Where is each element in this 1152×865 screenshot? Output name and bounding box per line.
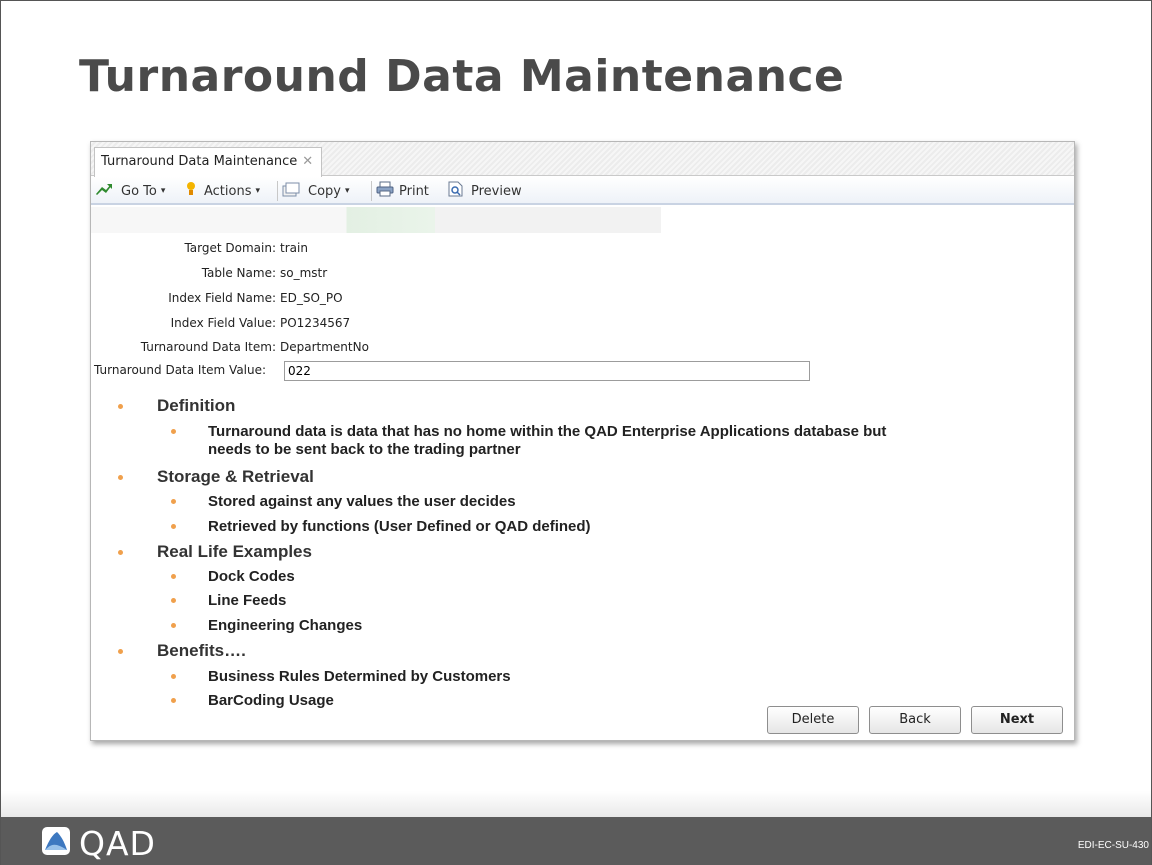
turnaround-data-item-row: Turnaround Data Item: DepartmentNo [91,338,591,358]
table-name-row: Table Name: so_mstr [91,264,591,284]
preview-icon [448,181,463,201]
bullet-definition: Definition [157,396,236,415]
bullet-benefits: Benefits…. [157,641,246,660]
copy-icon [282,182,300,201]
bullet-dot [118,550,123,555]
printer-icon [376,181,394,201]
bullet-dot [118,475,123,480]
turnaround-data-item-value: DepartmentNo [280,340,369,354]
toolbar: Go To ▾ Actions ▾ Copy ▾ Print Preview [91,177,1074,205]
target-domain-value: train [280,241,308,255]
bullet-storage-item: Stored against any values the user decid… [208,493,516,510]
bullet-definition-line-2: needs to be sent back to the trading par… [208,441,521,458]
bullet-dot [171,698,176,703]
bullet-real-life-examples: Real Life Examples [157,542,312,561]
chevron-down-icon: ▾ [160,186,166,196]
bullet-definition-line-1: Turnaround data is data that has no home… [208,423,887,440]
close-icon[interactable]: ✕ [302,154,313,169]
tab-label: Turnaround Data Maintenance [101,154,298,169]
status-strip [91,207,1074,233]
bullet-business-rules: Business Rules Determined by Customers [208,668,511,685]
chevron-down-icon: ▾ [344,186,350,196]
slide-code: EDI-EC-SU-430 [1077,840,1149,851]
table-name-value: so_mstr [280,266,328,280]
bullet-storage-retrieval: Storage & Retrieval [157,467,314,486]
index-field-name-row: Index Field Name: ED_SO_PO [91,289,591,309]
turnaround-data-item-label: Turnaround Data Item: [140,340,276,354]
slide: Turnaround Data Maintenance Turnaround D… [0,0,1152,865]
table-name-label: Table Name: [201,266,276,280]
actions-menu[interactable]: Actions ▾ [186,182,260,200]
bullet-line-feeds: Line Feeds [208,592,287,609]
target-domain-row: Target Domain: train [91,239,591,259]
bullet-dot [171,623,176,628]
index-field-value-label: Index Field Value: [170,316,276,330]
bullet-dot [171,499,176,504]
lightbulb-icon [186,181,196,201]
target-domain-label: Target Domain: [184,241,276,255]
footer-fade [1,791,1151,817]
qad-logo: QAD [41,824,156,863]
tab-turnaround-data-maintenance[interactable]: Turnaround Data Maintenance ✕ [94,147,323,177]
chevron-down-icon: ▾ [255,186,261,196]
bullet-engineering-changes: Engineering Changes [208,617,363,634]
next-button[interactable]: Next [971,706,1063,734]
bullet-barcoding-usage: BarCoding Usage [208,692,334,709]
turnaround-data-item-value-label: Turnaround Data Item Value: [94,363,267,377]
index-field-value-value: PO1234567 [280,316,351,330]
preview-button[interactable]: Preview [448,181,522,201]
back-button[interactable]: Back [869,706,961,734]
turnaround-data-item-value-row: Turnaround Data Item Value: [91,361,821,381]
toolbar-divider [277,181,278,201]
print-button[interactable]: Print [376,181,429,201]
bullet-dot [171,429,176,434]
bullet-dot [118,649,123,654]
slide-title: Turnaround Data Maintenance [79,51,845,102]
bullet-dot [171,674,176,679]
footer-bar: QAD EDI-EC-SU-430 [1,817,1151,865]
index-field-name-value: ED_SO_PO [280,291,343,305]
goto-arrow-icon [95,182,113,200]
bullet-dot [171,524,176,529]
bullet-dot [118,404,123,409]
delete-button[interactable]: Delete [767,706,859,734]
qad-logo-text: QAD [79,824,156,863]
goto-menu[interactable]: Go To ▾ [95,182,165,200]
bullet-retrieval-item: Retrieved by functions (User Defined or … [208,518,591,535]
index-field-value-row: Index Field Value: PO1234567 [91,314,591,334]
bullet-dot [171,598,176,603]
copy-menu[interactable]: Copy ▾ [282,182,350,200]
tab-bar: Turnaround Data Maintenance ✕ [91,142,1074,177]
index-field-name-label: Index Field Name: [168,291,276,305]
app-window: Turnaround Data Maintenance ✕ Go To ▾ Acti… [90,141,1075,741]
bullet-dot [171,574,176,579]
bullet-dock-codes: Dock Codes [208,568,295,585]
turnaround-data-item-value-input[interactable] [284,361,810,381]
qad-logo-icon [41,826,71,861]
toolbar-divider [371,181,372,201]
